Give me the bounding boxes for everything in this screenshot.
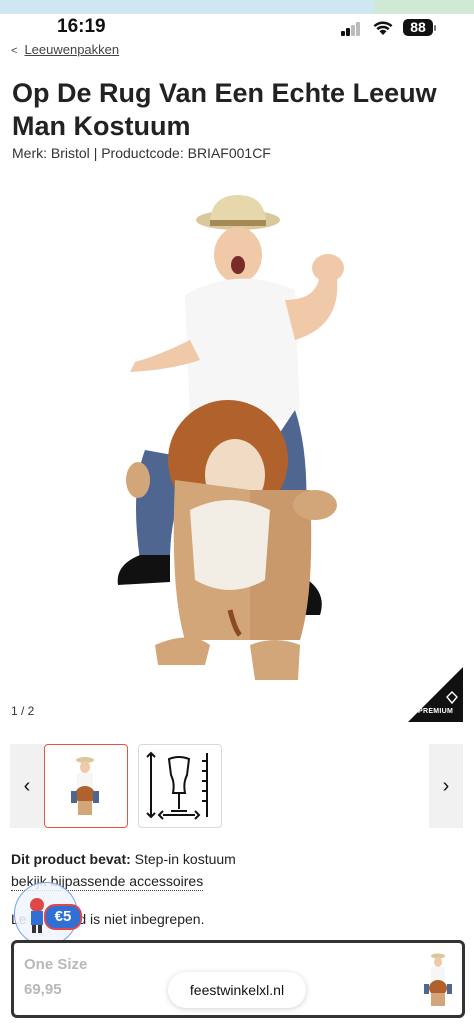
size-label[interactable]: One Size — [24, 956, 87, 973]
code-value: BRIAF001CF — [187, 145, 271, 161]
premium-label: PREMIUM — [418, 708, 454, 715]
chevron-right-icon: › — [442, 774, 450, 797]
product-contains: Dit product bevat: Step-in kostuum — [11, 851, 236, 867]
battery-cap — [434, 25, 436, 31]
sticky-product-thumbnail — [424, 953, 452, 1006]
top-strip-green — [374, 0, 474, 14]
status-bar: 16:19 88 — [0, 14, 474, 44]
breadcrumb: < Leeuwenpakken — [11, 42, 119, 57]
brand-value: Bristol — [50, 145, 90, 161]
excluded-text-end: ed is niet inbegrepen. — [70, 911, 205, 927]
price-label: 69,95 — [24, 981, 62, 998]
contains-value: Step-in kostuum — [134, 851, 236, 867]
product-meta: Merk: Bristol | Productcode: BRIAF001CF — [12, 145, 271, 161]
chevron-left-icon: < — [11, 45, 18, 57]
product-image[interactable] — [100, 190, 380, 690]
promo-badge[interactable]: €5 — [44, 904, 82, 930]
wifi-icon — [373, 21, 393, 35]
contains-label: Dit product bevat: — [11, 851, 131, 867]
code-label: Productcode: — [101, 145, 184, 161]
breadcrumb-link[interactable]: Leeuwenpakken — [24, 42, 119, 57]
size-chart-icon — [146, 751, 208, 820]
status-time: 16:19 — [57, 16, 106, 37]
carousel-prev-button[interactable]: ‹ — [10, 744, 44, 828]
thumbnail-product[interactable] — [44, 744, 128, 828]
carousel-next-button[interactable]: › — [429, 744, 463, 828]
meta-separator: | — [93, 145, 98, 161]
battery-icon: 88 — [403, 19, 433, 36]
image-counter: 1 / 2 — [11, 704, 35, 718]
signal-icon — [341, 22, 361, 36]
thumbnail-size-chart[interactable] — [138, 744, 222, 828]
site-url-pill[interactable]: feestwinkelxl.nl — [168, 972, 306, 1008]
chevron-left-icon: ‹ — [23, 774, 31, 797]
brand-label: Merk: — [12, 145, 47, 161]
page-title: Op De Rug Van Een Echte Leeuw Man Kostuu… — [12, 78, 437, 141]
thumbnail-product-image — [71, 757, 99, 815]
